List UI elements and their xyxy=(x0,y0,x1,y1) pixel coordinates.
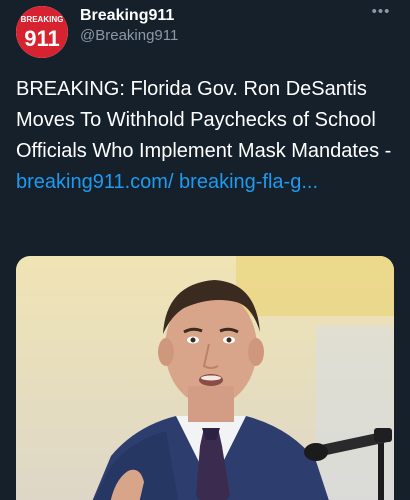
display-name[interactable]: Breaking911 xyxy=(80,6,178,26)
tweet-media-image[interactable] xyxy=(16,256,394,500)
breaking911-logo: BREAKING 911 xyxy=(16,6,68,58)
tweet-body: BREAKING: Florida Gov. Ron DeSantis Move… xyxy=(16,78,392,162)
desantis-photo xyxy=(16,256,394,500)
account-name-block[interactable]: Breaking911 @Breaking911 xyxy=(80,6,178,46)
account-handle[interactable]: @Breaking911 xyxy=(80,26,178,46)
tweet-header: BREAKING 911 Breaking911 @Breaking911 ••… xyxy=(0,0,410,58)
tweet-link[interactable]: breaking911.com/ breaking-fla-g... xyxy=(16,171,318,193)
avatar-text-breaking: BREAKING xyxy=(21,15,64,24)
avatar-text-911: 911 xyxy=(24,26,60,51)
more-horizontal-icon[interactable]: ••• xyxy=(370,4,392,20)
avatar[interactable]: BREAKING 911 xyxy=(16,6,68,58)
tweet-text: BREAKING: Florida Gov. Ron DeSantis Move… xyxy=(16,74,398,198)
